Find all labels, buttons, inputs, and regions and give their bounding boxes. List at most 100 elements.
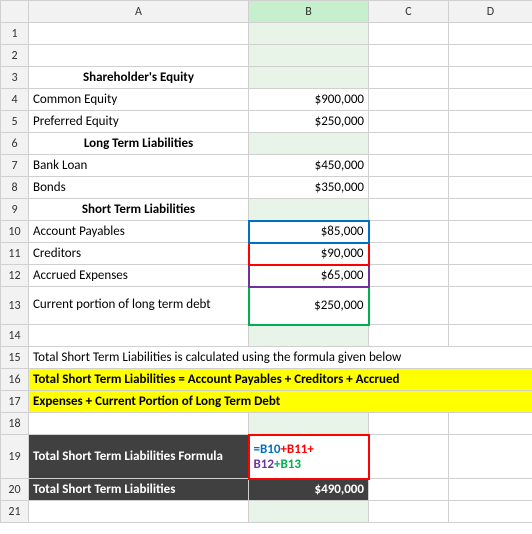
cell-c9[interactable] [369,199,449,221]
row-num-19: 19 [1,435,29,479]
cell-c13[interactable] [369,287,449,325]
row-12: 12 Accrued Expenses $65,000 [1,265,532,287]
cell-b10[interactable]: $85,000 [249,221,369,243]
row-num-17: 17 [1,391,29,413]
cell-a8[interactable]: Bonds [29,177,249,199]
row-num-21: 21 [1,501,29,523]
cell-c19[interactable] [369,435,449,479]
row-7: 7 Bank Loan $450,000 [1,155,532,177]
cell-d10[interactable] [449,221,532,243]
cell-a1[interactable] [29,23,249,45]
cell-c21[interactable] [369,501,449,523]
cell-c6[interactable] [369,133,449,155]
cell-b12[interactable]: $65,000 [249,265,369,287]
row-num-12: 12 [1,265,29,287]
cell-a9[interactable]: Short Term Liabilities [29,199,249,221]
cell-a6[interactable]: Long Term Liabilities [29,133,249,155]
row-num-9: 9 [1,199,29,221]
cell-b7[interactable]: $450,000 [249,155,369,177]
cell-b9[interactable] [249,199,369,221]
cell-b1[interactable] [249,23,369,45]
cell-b19[interactable]: =B10+B11+B12+B13 [249,435,369,479]
col-d-header[interactable]: D [449,1,532,23]
cell-d2[interactable] [449,45,532,67]
cell-a18[interactable] [29,413,249,435]
row-17: 17 Expenses + Current Portion of Long Te… [1,391,532,413]
cell-d12[interactable] [449,265,532,287]
row-num-2: 2 [1,45,29,67]
cell-d8[interactable] [449,177,532,199]
cell-c7[interactable] [369,155,449,177]
row-num-10: 10 [1,221,29,243]
row-6: 6 Long Term Liabilities [1,133,532,155]
cell-b14[interactable] [249,325,369,347]
cell-a2[interactable] [29,45,249,67]
row-num-1: 1 [1,23,29,45]
cell-b20[interactable]: $490,000 [249,479,369,501]
cell-c5[interactable] [369,111,449,133]
cell-d5[interactable] [449,111,532,133]
cell-c12[interactable] [369,265,449,287]
cell-a21[interactable] [29,501,249,523]
cell-c2[interactable] [369,45,449,67]
cell-d20[interactable] [449,479,532,501]
cell-b4[interactable]: $900,000 [249,89,369,111]
cell-d21[interactable] [449,501,532,523]
cell-a13[interactable]: Current portion of long term debt [29,287,249,325]
cell-c14[interactable] [369,325,449,347]
cell-d19[interactable] [449,435,532,479]
cell-a5[interactable]: Preferred Equity [29,111,249,133]
cell-c20[interactable] [369,479,449,501]
col-b-header[interactable]: B [249,1,369,23]
cell-b8[interactable]: $350,000 [249,177,369,199]
cell-d9[interactable] [449,199,532,221]
cell-d13[interactable] [449,287,532,325]
cell-d6[interactable] [449,133,532,155]
cell-d3[interactable] [449,67,532,89]
cell-a7[interactable]: Bank Loan [29,155,249,177]
cell-b21[interactable] [249,501,369,523]
row-20: 20 Total Short Term Liabilities $490,000 [1,479,532,501]
row-21: 21 [1,501,532,523]
row-num-3: 3 [1,67,29,89]
cell-d11[interactable] [449,243,532,265]
cell-b2[interactable] [249,45,369,67]
cell-c1[interactable] [369,23,449,45]
cell-a3[interactable]: Shareholder's Equity [29,67,249,89]
row-8: 8 Bonds $350,000 [1,177,532,199]
cell-c3[interactable] [369,67,449,89]
cell-d18[interactable] [449,413,532,435]
cell-a20[interactable]: Total Short Term Liabilities [29,479,249,501]
cell-b3[interactable] [249,67,369,89]
cell-c11[interactable] [369,243,449,265]
cell-a16[interactable]: Total Short Term Liabilities = Account P… [29,369,532,391]
col-c-header[interactable]: C [369,1,449,23]
col-a-header[interactable]: A [29,1,249,23]
cell-a14[interactable] [29,325,249,347]
cell-a11[interactable]: Creditors [29,243,249,265]
cell-b13[interactable]: $250,000 [249,287,369,325]
cell-a17[interactable]: Expenses + Current Portion of Long Term … [29,391,532,413]
row-4: 4 Common Equity $900,000 [1,89,532,111]
cell-a12[interactable]: Accrued Expenses [29,265,249,287]
cell-c10[interactable] [369,221,449,243]
cell-a4[interactable]: Common Equity [29,89,249,111]
cell-d7[interactable] [449,155,532,177]
cell-a15[interactable]: Total Short Term Liabilities is calculat… [29,347,532,369]
row-num-16: 16 [1,369,29,391]
cell-c18[interactable] [369,413,449,435]
cell-a10[interactable]: Account Payables [29,221,249,243]
cell-a19[interactable]: Total Short Term Liabilities Formula [29,435,249,479]
cell-b5[interactable]: $250,000 [249,111,369,133]
cell-b11[interactable]: $90,000 [249,243,369,265]
cell-c8[interactable] [369,177,449,199]
row-2: 2 [1,45,532,67]
row-num-15: 15 [1,347,29,369]
row-16: 16 Total Short Term Liabilities = Accoun… [1,369,532,391]
cell-d14[interactable] [449,325,532,347]
cell-b18[interactable] [249,413,369,435]
cell-d4[interactable] [449,89,532,111]
cell-c4[interactable] [369,89,449,111]
cell-b6[interactable] [249,133,369,155]
cell-d1[interactable] [449,23,532,45]
